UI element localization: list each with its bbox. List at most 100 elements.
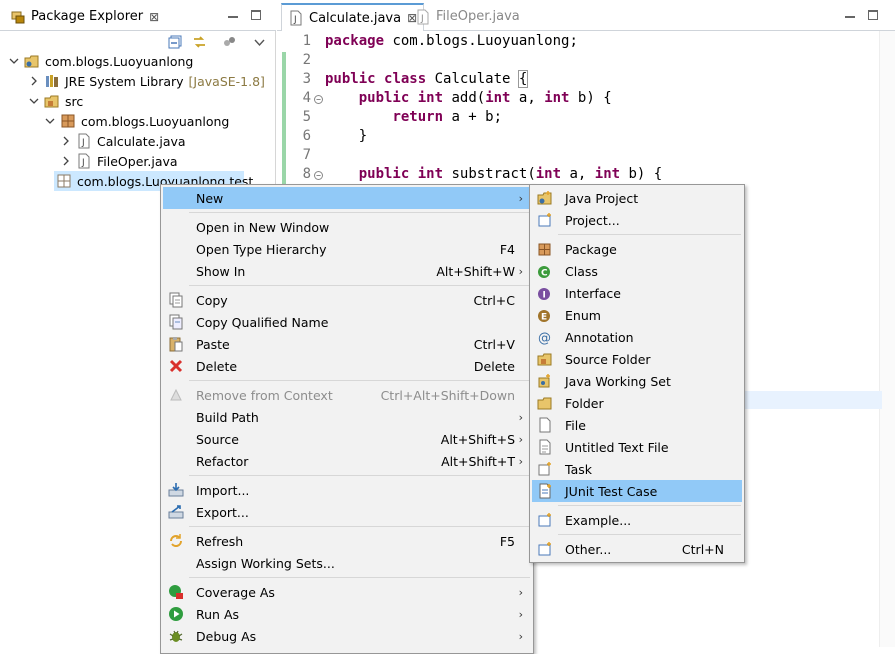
expanded-arrow-icon[interactable]: [8, 55, 20, 67]
fold-collapse-icon[interactable]: −: [314, 170, 323, 180]
menu-item-package[interactable]: Package: [532, 238, 742, 260]
menu-item-copy-qualified-name[interactable]: Copy Qualified Name: [163, 311, 531, 333]
menu-item-other[interactable]: Other... Ctrl+N: [532, 538, 742, 560]
tree-label: Calculate.java: [97, 133, 186, 149]
menu-label: Debug As: [196, 628, 257, 644]
menu-item-build-path[interactable]: Build Path ›: [163, 406, 531, 428]
menu-item-open-in-new-window[interactable]: Open in New Window: [163, 216, 531, 238]
menu-item-junit-test-case[interactable]: JUnit Test Case: [532, 480, 742, 502]
collapsed-arrow-icon[interactable]: [60, 135, 72, 147]
menu-item-open-type-hierarchy[interactable]: Open Type Hierarchy F4: [163, 238, 531, 260]
maximize-icon[interactable]: [251, 10, 261, 20]
menu-label: Assign Working Sets...: [196, 555, 335, 571]
menu-item-coverage-as[interactable]: Coverage As ›: [163, 581, 531, 603]
tab-label: Package Explorer: [31, 9, 144, 24]
tree-item-package[interactable]: com.blogs.Luoyuanlong: [44, 111, 229, 131]
code-line[interactable]: 7: [277, 145, 315, 164]
line-number: 8: [302, 165, 311, 182]
menu-item-untitled-text-file[interactable]: Untitled Text File: [532, 436, 742, 458]
collapsed-arrow-icon[interactable]: [28, 75, 40, 87]
menu-separator: [189, 380, 530, 381]
menu-item-remove-from-context[interactable]: Remove from Context Ctrl+Alt+Shift+Down: [163, 384, 531, 406]
copy-icon: [168, 292, 184, 308]
package-explorer-toolbar: [0, 31, 276, 53]
tab-calculate-java[interactable]: J Calculate.java ⊠: [281, 3, 425, 31]
close-icon[interactable]: ⊠: [149, 10, 159, 24]
minimize-icon[interactable]: [845, 9, 855, 18]
expanded-arrow-icon[interactable]: [28, 95, 40, 107]
tree-item-src[interactable]: src: [28, 91, 83, 111]
menu-item-java-working-set[interactable]: Java Working Set: [532, 370, 742, 392]
svg-text:C: C: [541, 269, 548, 279]
menu-item-debug-as[interactable]: Debug As ›: [163, 625, 531, 647]
tab-label: Calculate.java: [309, 10, 402, 26]
source-folder-icon: [44, 93, 60, 109]
editor-scrollbar[interactable]: [879, 31, 895, 647]
focus-icon[interactable]: [222, 35, 237, 49]
code-line[interactable]: 5 return a + b;: [277, 107, 502, 126]
menu-item-refactor[interactable]: Refactor Alt+Shift+T ›: [163, 450, 531, 472]
line-number: 4: [302, 89, 311, 106]
menu-label: Task: [565, 461, 592, 477]
refresh-icon: [168, 533, 184, 549]
code-line[interactable]: 6 }: [277, 126, 368, 145]
menu-item-new[interactable]: New ›: [163, 187, 531, 209]
menu-item-run-as[interactable]: Run As ›: [163, 603, 531, 625]
minimize-icon[interactable]: [228, 9, 238, 18]
fold-collapse-icon[interactable]: −: [314, 94, 323, 104]
menu-item-file[interactable]: File: [532, 414, 742, 436]
menu-item-delete[interactable]: Delete Delete: [163, 355, 531, 377]
tree-item-fileoper-java[interactable]: J FileOper.java: [60, 151, 178, 171]
menu-item-assign-working-sets[interactable]: Assign Working Sets...: [163, 552, 531, 574]
menu-item-interface[interactable]: I Interface: [532, 282, 742, 304]
menu-label: Enum: [565, 307, 601, 323]
tree-item-project[interactable]: com.blogs.Luoyuanlong: [8, 51, 193, 71]
code-text: substract(: [443, 165, 536, 182]
code-line[interactable]: 2: [277, 50, 315, 69]
link-with-editor-icon[interactable]: [192, 35, 207, 49]
menu-item-export[interactable]: Export...: [163, 501, 531, 523]
maximize-icon[interactable]: [868, 10, 878, 20]
keyword: public: [358, 89, 410, 106]
menu-label: Untitled Text File: [565, 439, 669, 455]
menu-item-project[interactable]: Project...: [532, 209, 742, 231]
menu-label: Import...: [196, 482, 250, 498]
code-line[interactable]: 8− public int substract(int a, int b) {: [277, 164, 663, 183]
package-explorer-icon: [10, 9, 26, 25]
menu-item-task[interactable]: Task: [532, 458, 742, 480]
menu-item-paste[interactable]: Paste Ctrl+V: [163, 333, 531, 355]
tab-package-explorer[interactable]: Package Explorer ⊠: [4, 3, 165, 30]
java-project-icon: [537, 190, 553, 206]
task-icon: [537, 461, 553, 477]
collapse-all-icon[interactable]: [168, 35, 183, 49]
menu-item-copy[interactable]: Copy Ctrl+C: [163, 289, 531, 311]
menu-separator: [558, 534, 741, 535]
tree-item-jre-library[interactable]: JRE System Library [JavaSE-1.8]: [28, 71, 265, 91]
library-icon: [44, 73, 60, 89]
menu-item-annotation[interactable]: @ Annotation: [532, 326, 742, 348]
menu-item-show-in[interactable]: Show In Alt+Shift+W ›: [163, 260, 531, 282]
svg-text:J: J: [81, 138, 85, 148]
new-package-icon: [537, 241, 553, 257]
tree-label: com.blogs.Luoyuanlong: [45, 53, 194, 69]
expanded-arrow-icon[interactable]: [44, 115, 56, 127]
menu-item-enum[interactable]: E Enum: [532, 304, 742, 326]
menu-item-folder[interactable]: Folder: [532, 392, 742, 414]
menu-separator: [558, 234, 741, 235]
menu-item-source[interactable]: Source Alt+Shift+S ›: [163, 428, 531, 450]
collapsed-arrow-icon[interactable]: [60, 155, 72, 167]
menu-label: Interface: [565, 285, 621, 301]
import-icon: [168, 482, 184, 498]
menu-item-class[interactable]: C Class: [532, 260, 742, 282]
menu-item-example[interactable]: Example...: [532, 509, 742, 531]
menu-item-java-project[interactable]: Java Project: [532, 187, 742, 209]
code-line[interactable]: 1 package com.blogs.Luoyuanlong;: [277, 31, 578, 50]
code-line[interactable]: 4− public int add(int a, int b) {: [277, 88, 612, 107]
code-line[interactable]: 3 public class Calculate {: [277, 69, 529, 88]
view-menu-icon[interactable]: [252, 35, 267, 49]
tree-item-calculate-java[interactable]: J Calculate.java: [60, 131, 186, 151]
menu-item-import[interactable]: Import...: [163, 479, 531, 501]
menu-item-source-folder[interactable]: Source Folder: [532, 348, 742, 370]
menu-item-refresh[interactable]: Refresh F5: [163, 530, 531, 552]
tab-fileoper-java[interactable]: J FileOper.java: [409, 3, 526, 30]
